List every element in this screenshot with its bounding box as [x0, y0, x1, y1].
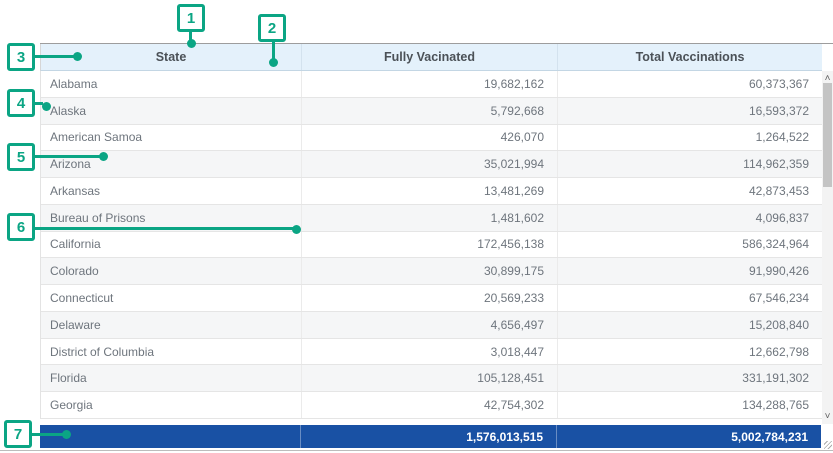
summary-fully-vacinated-total: 1,576,013,515: [301, 425, 557, 448]
total-vaccinations-cell: 12,662,798: [558, 339, 822, 365]
callout-2: 2: [258, 14, 286, 42]
table-row[interactable]: California 172,456,138 586,324,964: [41, 232, 822, 259]
callout-3-dot: [73, 52, 82, 61]
table-summary-row: 1,576,013,515 5,002,784,231: [40, 425, 821, 448]
resize-grip-icon: [824, 441, 832, 449]
table-row[interactable]: Georgia 42,754,302 134,288,765: [41, 392, 822, 419]
callout-5-dot: [99, 152, 108, 161]
table-row[interactable]: American Samoa 426,070 1,264,522: [41, 125, 822, 152]
state-cell: American Samoa: [41, 125, 302, 151]
total-vaccinations-cell: 134,288,765: [558, 392, 822, 418]
state-cell: Delaware: [41, 312, 302, 338]
table-row[interactable]: Connecticut 20,569,233 67,546,234: [41, 285, 822, 312]
fully-vacinated-cell: 13,481,269: [302, 178, 558, 204]
fully-vacinated-cell: 3,018,447: [302, 339, 558, 365]
table-row[interactable]: Delaware 4,656,497 15,208,840: [41, 312, 822, 339]
callout-6-connector: [34, 227, 293, 230]
fully-vacinated-cell: 5,792,668: [302, 98, 558, 124]
total-vaccinations-cell: 16,593,372: [558, 98, 822, 124]
fully-vacinated-cell: 30,899,175: [302, 258, 558, 284]
summary-total-vaccinations-total: 5,002,784,231: [557, 425, 821, 448]
callout-1-dot: [187, 39, 196, 48]
state-cell: Georgia: [41, 392, 302, 418]
fully-vacinated-cell: 105,128,451: [302, 365, 558, 391]
fully-vacinated-cell: 35,021,994: [302, 151, 558, 177]
fully-vacinated-cell: 172,456,138: [302, 232, 558, 258]
state-cell: Connecticut: [41, 285, 302, 311]
total-vaccinations-cell: 586,324,964: [558, 232, 822, 258]
total-vaccinations-cell: 91,990,426: [558, 258, 822, 284]
scroll-down-icon[interactable]: ˅: [822, 409, 833, 424]
total-vaccinations-cell: 114,962,359: [558, 151, 822, 177]
table-row[interactable]: District of Columbia 3,018,447 12,662,79…: [41, 339, 822, 366]
callout-2-dot: [269, 58, 278, 67]
callout-6: 6: [7, 213, 35, 241]
callout-7-connector: [31, 433, 63, 436]
callout-4-dot: [42, 102, 51, 111]
total-vaccinations-cell: 67,546,234: [558, 285, 822, 311]
total-vaccinations-cell: 42,873,453: [558, 178, 822, 204]
callout-4: 4: [7, 89, 35, 117]
state-cell: California: [41, 232, 302, 258]
state-cell: District of Columbia: [41, 339, 302, 365]
state-cell: Alabama: [41, 71, 302, 97]
callout-7-dot: [62, 430, 71, 439]
table-body: Alabama 19,682,162 60,373,367 Alaska 5,7…: [40, 71, 822, 419]
column-header-fully-vacinated[interactable]: Fully Vacinated: [302, 44, 558, 70]
table-row[interactable]: Alaska 5,792,668 16,593,372: [41, 98, 822, 125]
fully-vacinated-cell: 19,682,162: [302, 71, 558, 97]
callout-1: 1: [177, 4, 205, 32]
callout-7: 7: [4, 420, 32, 448]
summary-state-cell: [40, 425, 301, 448]
callout-5-connector: [34, 155, 100, 158]
table-row[interactable]: Arizona 35,021,994 114,962,359: [41, 151, 822, 178]
total-vaccinations-cell: 4,096,837: [558, 205, 822, 231]
total-vaccinations-cell: 331,191,302: [558, 365, 822, 391]
fully-vacinated-cell: 20,569,233: [302, 285, 558, 311]
column-header-total-vaccinations[interactable]: Total Vaccinations: [558, 44, 822, 70]
table-row[interactable]: Alabama 19,682,162 60,373,367: [41, 71, 822, 98]
fully-vacinated-cell: 42,754,302: [302, 392, 558, 418]
callout-3: 3: [7, 43, 35, 71]
table-row[interactable]: Arkansas 13,481,269 42,873,453: [41, 178, 822, 205]
total-vaccinations-cell: 1,264,522: [558, 125, 822, 151]
callout-3-connector: [34, 55, 74, 58]
fully-vacinated-cell: 1,481,602: [302, 205, 558, 231]
state-cell: Arkansas: [41, 178, 302, 204]
state-cell: Alaska: [41, 98, 302, 124]
callout-6-dot: [292, 225, 301, 234]
table-row[interactable]: Colorado 30,899,175 91,990,426: [41, 258, 822, 285]
state-cell: Colorado: [41, 258, 302, 284]
table-row[interactable]: Florida 105,128,451 331,191,302: [41, 365, 822, 392]
total-vaccinations-cell: 15,208,840: [558, 312, 822, 338]
vertical-scrollbar[interactable]: ˄ ˅: [822, 71, 833, 424]
fully-vacinated-cell: 426,070: [302, 125, 558, 151]
callout-5: 5: [7, 143, 35, 171]
scrollbar-thumb[interactable]: [823, 83, 832, 187]
bottom-divider: [0, 450, 833, 451]
fully-vacinated-cell: 4,656,497: [302, 312, 558, 338]
state-cell: Florida: [41, 365, 302, 391]
total-vaccinations-cell: 60,373,367: [558, 71, 822, 97]
table-header-row: State Fully Vacinated Total Vaccinations: [40, 44, 822, 71]
